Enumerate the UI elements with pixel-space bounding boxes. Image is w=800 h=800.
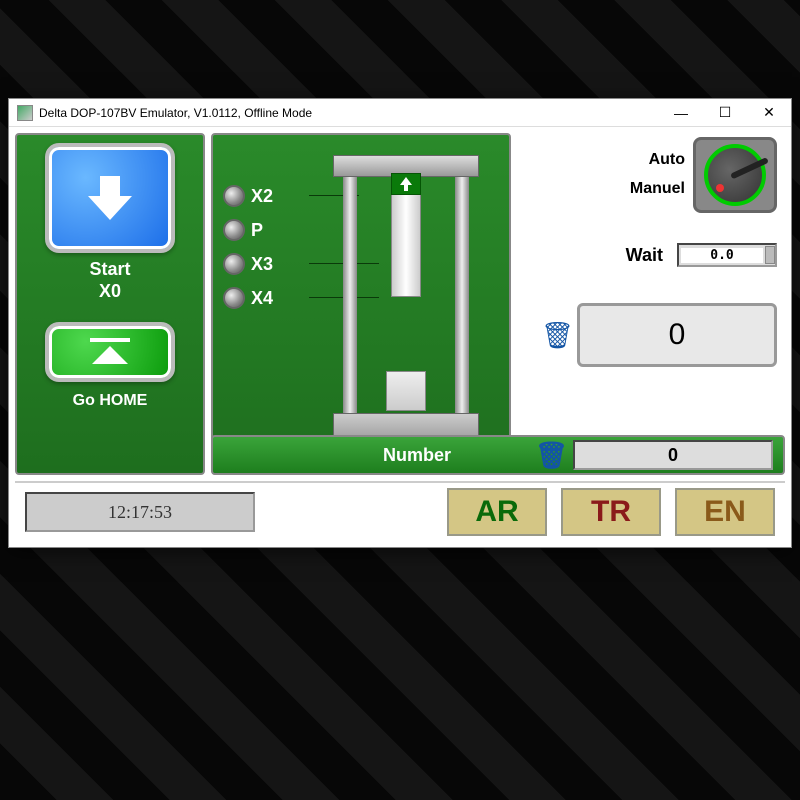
window-title: Delta DOP-107BV Emulator, V1.0112, Offli…: [39, 106, 659, 120]
mode-block: Auto Manuel: [630, 137, 777, 213]
led-icon: [223, 253, 245, 275]
number-label: Number: [383, 445, 451, 466]
dial-indicator-dot: [716, 184, 724, 192]
start-label: Start X0: [89, 259, 130, 302]
wait-input[interactable]: 0.0: [677, 243, 777, 267]
hmi-screen: Start X0 Go HOME X2 P: [9, 127, 791, 547]
home-up-icon: [82, 334, 138, 370]
led-icon: [223, 219, 245, 241]
counter-row: 🗑 0: [541, 303, 777, 367]
sensor-x4-label: X4: [251, 288, 273, 309]
titlebar[interactable]: Delta DOP-107BV Emulator, V1.0112, Offli…: [9, 99, 791, 127]
up-arrow-icon: [400, 177, 412, 191]
maximize-button[interactable]: ☐: [703, 99, 747, 127]
sensor-x2-label: X2: [251, 186, 273, 207]
press-graphic: [313, 145, 499, 463]
lang-ar-button[interactable]: AR: [447, 488, 547, 536]
sensor-x3: X3: [223, 253, 313, 275]
lang-tr-button[interactable]: TR: [561, 488, 661, 536]
press-workpiece: [386, 371, 426, 411]
bottom-bar: 12:17:53 AR TR EN: [15, 481, 785, 541]
start-io-text: X0: [99, 281, 121, 301]
go-home-label: Go HOME: [73, 392, 148, 410]
clock-display: 12:17:53: [25, 492, 255, 532]
close-button[interactable]: ✕: [747, 99, 791, 127]
dial-face: [704, 144, 766, 206]
sensor-x2: X2: [223, 185, 313, 207]
dial-needle: [730, 157, 769, 179]
counter-display[interactable]: 0: [577, 303, 777, 367]
wait-row: Wait 0.0: [626, 243, 777, 267]
mode-dial[interactable]: [693, 137, 777, 213]
minimize-button[interactable]: —: [659, 99, 703, 127]
led-icon: [223, 287, 245, 309]
number-bar: Number 🗑 0: [211, 435, 785, 475]
machine-panel: X2 P X3 X4: [211, 133, 511, 475]
press-frame: [343, 155, 469, 453]
trash-icon[interactable]: 🗑: [535, 440, 559, 471]
start-text: Start: [89, 259, 130, 279]
mode-auto-label: Auto: [630, 146, 685, 175]
app-icon: [17, 105, 33, 121]
mode-manual-label: Manuel: [630, 175, 685, 204]
press-ram: [391, 177, 421, 297]
sensor-p: P: [223, 219, 313, 241]
left-panel: Start X0 Go HOME: [15, 133, 205, 475]
start-button[interactable]: [45, 143, 175, 253]
sensor-x4: X4: [223, 287, 313, 309]
sensor-x3-label: X3: [251, 254, 273, 275]
lang-en-button[interactable]: EN: [675, 488, 775, 536]
wait-value: 0.0: [681, 248, 763, 263]
sensor-column: X2 P X3 X4: [223, 145, 313, 463]
number-display[interactable]: 0: [573, 440, 773, 470]
ram-up-indicator: [391, 173, 421, 195]
right-panel: Auto Manuel Wait 0.0 🗑: [517, 133, 785, 475]
down-arrow-icon: [82, 170, 138, 226]
led-icon: [223, 185, 245, 207]
wait-slider-handle[interactable]: [765, 246, 775, 264]
emulator-window: Delta DOP-107BV Emulator, V1.0112, Offli…: [8, 98, 792, 548]
go-home-button[interactable]: [45, 322, 175, 382]
wait-label: Wait: [626, 245, 663, 266]
trash-icon[interactable]: 🗑: [541, 320, 565, 351]
press-column: [455, 175, 469, 433]
press-column: [343, 175, 357, 433]
mode-labels: Auto Manuel: [630, 146, 685, 204]
sensor-p-label: P: [251, 220, 263, 241]
